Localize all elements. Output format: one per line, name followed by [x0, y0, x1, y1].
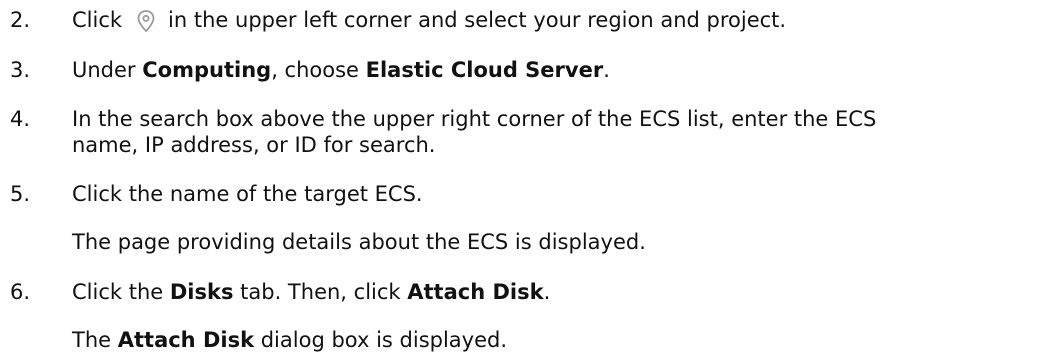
procedure-steps: 2. Click in the upper left corner and se…	[0, 0, 1049, 358]
step-result: The page providing details about the ECS…	[72, 230, 646, 254]
step-result: The Attach Disk dialog box is displayed.	[72, 327, 1042, 353]
step-text: Click the Disks tab. Then, click Attach …	[72, 279, 1042, 305]
ui-term-attach-disk: Attach Disk	[407, 280, 544, 304]
step-number: 2.	[10, 8, 31, 32]
step-number: 3.	[10, 58, 31, 82]
step-text-post: in the upper left corner and select your…	[168, 8, 787, 32]
step-text: Under Computing, choose Elastic Cloud Se…	[72, 57, 1042, 83]
step-text-line: name, IP address, or ID for search.	[72, 133, 436, 157]
step-text: Click the name of the target ECS.	[72, 182, 423, 206]
step-number: 5.	[10, 182, 31, 206]
step-text: In the search box above the upper right …	[72, 106, 1042, 158]
step-text-line: In the search box above the upper right …	[72, 107, 877, 131]
text-segment: dialog box is displayed.	[254, 328, 508, 352]
ui-term-elastic-cloud-server: Elastic Cloud Server	[365, 58, 604, 82]
ui-term-disks: Disks	[169, 280, 234, 304]
text-segment: Under	[72, 58, 143, 82]
ui-term-computing: Computing	[142, 58, 272, 82]
step-text-pre: Click	[72, 8, 123, 32]
text-segment: .	[543, 280, 551, 304]
text-segment: tab. Then, click	[233, 280, 408, 304]
text-segment: Click the	[72, 280, 170, 304]
step-text: Click in the upper left corner and selec…	[72, 7, 1042, 35]
text-segment: The	[72, 328, 118, 352]
step-number: 4.	[10, 107, 31, 131]
text-segment: .	[603, 58, 610, 82]
text-segment: , choose	[271, 58, 366, 82]
step-number: 6.	[10, 280, 31, 304]
location-pin-icon	[137, 10, 155, 33]
ui-term-attach-disk: Attach Disk	[117, 328, 255, 352]
